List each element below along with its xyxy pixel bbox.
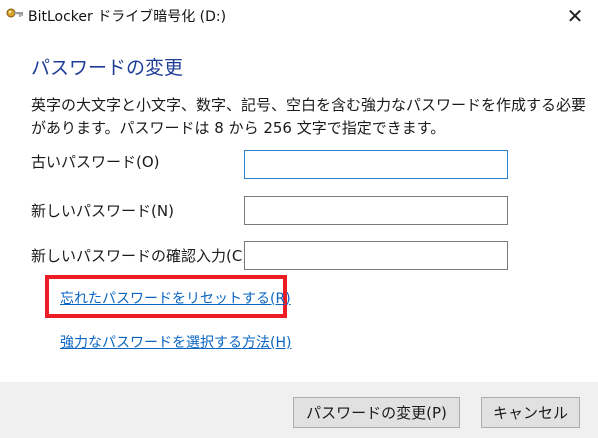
reset-password-link[interactable]: 忘れたパスワードをリセットする(R) xyxy=(60,288,291,308)
old-password-input[interactable] xyxy=(244,150,508,179)
bitlocker-key-icon xyxy=(6,8,23,18)
title-bar: BitLocker ドライブ暗号化 (D:) ✕ xyxy=(0,0,598,32)
old-password-label: 古いパスワード(O) xyxy=(31,153,160,171)
window-title: BitLocker ドライブ暗号化 (D:) xyxy=(28,9,227,25)
confirm-password-label: 新しいパスワードの確認入力(C) xyxy=(31,247,249,265)
close-button[interactable]: ✕ xyxy=(552,0,598,32)
confirm-password-input[interactable] xyxy=(244,241,508,270)
change-password-button[interactable]: パスワードの変更(P) xyxy=(293,397,460,428)
description-text: 英字の大文字と小文字、数字、記号、空白を含む強力なパスワードを作成する必要があり… xyxy=(31,96,587,137)
new-password-input[interactable] xyxy=(244,196,508,225)
strong-password-help-link[interactable]: 強力なパスワードを選択する方法(H) xyxy=(60,332,291,352)
new-password-label: 新しいパスワード(N) xyxy=(31,202,174,220)
cancel-button[interactable]: キャンセル xyxy=(481,397,580,428)
page-title: パスワードの変更 xyxy=(31,57,184,79)
